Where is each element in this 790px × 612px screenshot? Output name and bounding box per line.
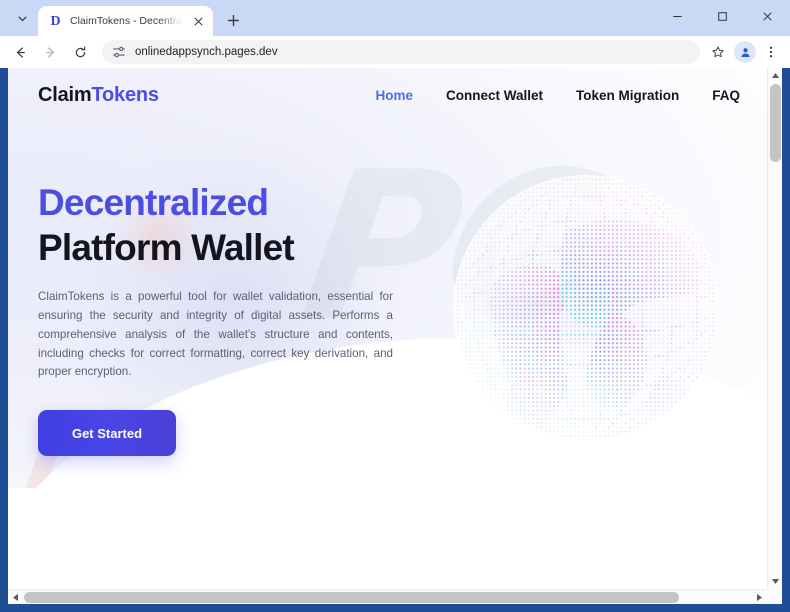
reload-button[interactable] xyxy=(66,38,94,66)
hero-paragraph: ClaimTokens is a powerful tool for walle… xyxy=(38,290,393,379)
scroll-up-icon[interactable] xyxy=(768,68,782,83)
hero-content: Decentralized Platform Wallet ClaimToken… xyxy=(38,180,393,457)
minimize-button[interactable] xyxy=(655,0,700,32)
close-window-button[interactable] xyxy=(745,0,790,32)
browser-menu-button[interactable] xyxy=(758,39,784,65)
tab-favicon: D xyxy=(50,13,61,29)
horizontal-scrollbar-thumb[interactable] xyxy=(24,592,679,603)
vertical-scrollbar-thumb[interactable] xyxy=(770,84,781,162)
hero-title: Decentralized Platform Wallet xyxy=(38,180,393,270)
browser-window: D ClaimTokens - Decentralized Pl xyxy=(0,0,790,612)
get-started-button[interactable]: Get Started xyxy=(38,410,176,457)
browser-toolbar: onlinedappsynch.pages.dev xyxy=(0,36,790,68)
profile-avatar-button[interactable] xyxy=(734,41,756,63)
scroll-right-icon[interactable] xyxy=(752,590,767,604)
url-text: onlinedappsynch.pages.dev xyxy=(135,46,278,58)
scroll-down-icon[interactable] xyxy=(768,574,782,589)
new-tab-button[interactable] xyxy=(220,7,246,33)
hero-title-line-2: Platform Wallet xyxy=(38,227,295,269)
vertical-scrollbar[interactable] xyxy=(767,68,782,589)
scrollbar-corner xyxy=(767,589,782,604)
bookmark-star-icon[interactable] xyxy=(708,42,728,62)
nav-item-faq[interactable]: FAQ xyxy=(712,88,740,103)
tab-search-icon[interactable] xyxy=(8,4,36,32)
nav-item-home[interactable]: Home xyxy=(375,88,413,103)
browser-tab[interactable]: D ClaimTokens - Decentralized Pl xyxy=(38,6,213,36)
services-section: Services ClaimTokens is a decentralized … xyxy=(8,488,767,589)
nav-item-token-migration[interactable]: Token Migration xyxy=(576,88,679,103)
nav-item-connect-wallet[interactable]: Connect Wallet xyxy=(446,88,543,103)
tab-close-icon[interactable] xyxy=(190,13,207,30)
horizontal-scrollbar[interactable] xyxy=(8,589,767,604)
site-settings-icon[interactable] xyxy=(112,45,126,59)
maximize-button[interactable] xyxy=(700,0,745,32)
address-bar[interactable]: onlinedappsynch.pages.dev xyxy=(102,40,700,64)
web-page: PC risk.com xyxy=(8,68,767,589)
hero-title-line-1: Decentralized xyxy=(38,182,269,223)
site-logo[interactable]: ClaimTokens xyxy=(38,84,159,107)
tab-title: ClaimTokens - Decentralized Pl xyxy=(70,15,183,27)
scroll-left-icon[interactable] xyxy=(8,590,23,604)
logo-part-2: Tokens xyxy=(91,84,159,106)
forward-button[interactable] xyxy=(36,38,64,66)
site-header: ClaimTokens Home Connect Wallet Token Mi… xyxy=(8,68,767,123)
window-controls xyxy=(655,0,790,32)
logo-part-1: Claim xyxy=(38,84,92,106)
tab-strip: D ClaimTokens - Decentralized Pl xyxy=(0,0,790,36)
dotted-globe-graphic xyxy=(414,136,759,481)
main-navigation: Home Connect Wallet Token Migration FAQ xyxy=(375,88,740,103)
back-button[interactable] xyxy=(6,38,34,66)
page-viewport: PC risk.com xyxy=(8,68,782,604)
